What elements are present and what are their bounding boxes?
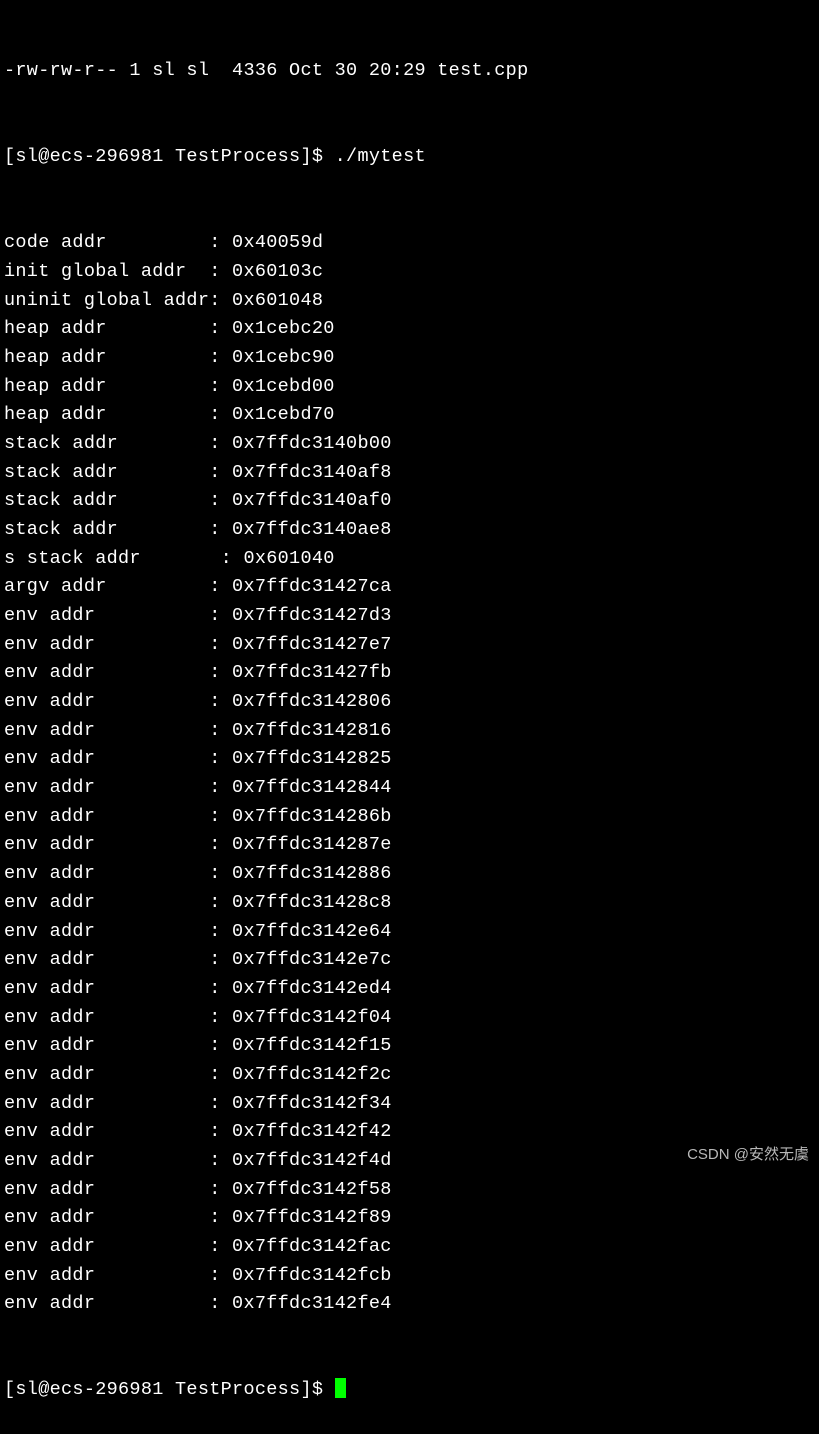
output-line: env addr : 0x7ffdc3142806 — [4, 688, 815, 717]
output-line: heap addr : 0x1cebd70 — [4, 401, 815, 430]
output-line: env addr : 0x7ffdc3142ed4 — [4, 975, 815, 1004]
output-line: stack addr : 0x7ffdc3140af0 — [4, 487, 815, 516]
ls-partial-line: -rw-rw-r-- 1 sl sl 4336 Oct 30 20:29 tes… — [4, 57, 815, 86]
output-line: env addr : 0x7ffdc3142816 — [4, 717, 815, 746]
command-line-1: [sl@ecs-296981 TestProcess]$ ./mytest — [4, 143, 815, 172]
output-line: env addr : 0x7ffdc31427fb — [4, 659, 815, 688]
output-line: heap addr : 0x1cebc20 — [4, 315, 815, 344]
output-line: argv addr : 0x7ffdc31427ca — [4, 573, 815, 602]
output-line: env addr : 0x7ffdc3142e7c — [4, 946, 815, 975]
output-line: uninit global addr: 0x601048 — [4, 287, 815, 316]
output-line: env addr : 0x7ffdc3142e64 — [4, 918, 815, 947]
output-line: env addr : 0x7ffdc3142fe4 — [4, 1290, 815, 1319]
output-line: env addr : 0x7ffdc3142f2c — [4, 1061, 815, 1090]
output-line: stack addr : 0x7ffdc3140af8 — [4, 459, 815, 488]
output-line: env addr : 0x7ffdc3142f89 — [4, 1204, 815, 1233]
output-line: env addr : 0x7ffdc3142844 — [4, 774, 815, 803]
output-line: env addr : 0x7ffdc3142825 — [4, 745, 815, 774]
shell-prompt: [sl@ecs-296981 TestProcess]$ — [4, 146, 335, 167]
output-line: env addr : 0x7ffdc3142f58 — [4, 1176, 815, 1205]
cursor-icon — [335, 1378, 346, 1398]
output-line: env addr : 0x7ffdc3142fcb — [4, 1262, 815, 1291]
output-line: heap addr : 0x1cebd00 — [4, 373, 815, 402]
terminal-window[interactable]: -rw-rw-r-- 1 sl sl 4336 Oct 30 20:29 tes… — [0, 0, 819, 1434]
watermark-text: CSDN @安然无虞 — [687, 1143, 809, 1166]
output-line: code addr : 0x40059d — [4, 229, 815, 258]
output-line: env addr : 0x7ffdc3142886 — [4, 860, 815, 889]
output-line: env addr : 0x7ffdc3142f15 — [4, 1032, 815, 1061]
output-line: env addr : 0x7ffdc3142f04 — [4, 1004, 815, 1033]
shell-prompt: [sl@ecs-296981 TestProcess]$ — [4, 1379, 335, 1400]
output-line: s stack addr : 0x601040 — [4, 545, 815, 574]
command-line-2[interactable]: [sl@ecs-296981 TestProcess]$ — [4, 1376, 815, 1405]
output-line: env addr : 0x7ffdc31427d3 — [4, 602, 815, 631]
output-line: env addr : 0x7ffdc31428c8 — [4, 889, 815, 918]
output-line: stack addr : 0x7ffdc3140b00 — [4, 430, 815, 459]
output-line: stack addr : 0x7ffdc3140ae8 — [4, 516, 815, 545]
output-line: env addr : 0x7ffdc31427e7 — [4, 631, 815, 660]
output-line: env addr : 0x7ffdc314286b — [4, 803, 815, 832]
output-line: heap addr : 0x1cebc90 — [4, 344, 815, 373]
output-line: env addr : 0x7ffdc314287e — [4, 831, 815, 860]
command-text: ./mytest — [335, 146, 426, 167]
output-line: env addr : 0x7ffdc3142fac — [4, 1233, 815, 1262]
output-line: env addr : 0x7ffdc3142f34 — [4, 1090, 815, 1119]
output-line: init global addr : 0x60103c — [4, 258, 815, 287]
